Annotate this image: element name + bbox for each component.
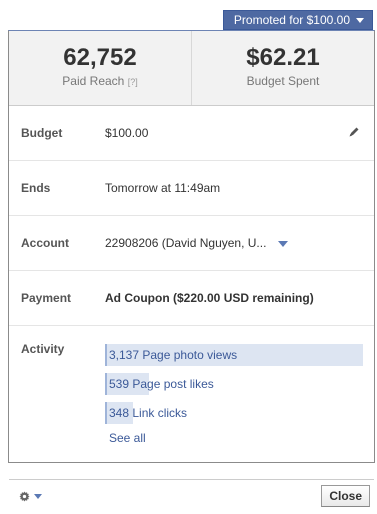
activity-text: Page post likes — [132, 377, 214, 391]
paid-reach-help-link[interactable]: [?] — [128, 77, 138, 87]
gear-icon — [19, 491, 30, 502]
settings-menu-button[interactable] — [19, 491, 42, 502]
see-all-link[interactable]: See all — [105, 431, 363, 445]
activity-list: 3,137 Page photo views 539 Page post lik… — [105, 340, 363, 479]
account-row: Account 22908206 (David Nguyen, U... — [9, 216, 374, 271]
activity-text: Page photo views — [142, 348, 238, 362]
account-selector[interactable]: 22908206 (David Nguyen, U... — [105, 236, 288, 250]
payment-row: Payment Ad Coupon ($220.00 USD remaining… — [9, 271, 374, 326]
ends-label: Ends — [21, 181, 51, 195]
account-label: Account — [21, 236, 69, 250]
activity-item-post-likes[interactable]: 539 Page post likes — [105, 373, 363, 395]
activity-item-link-clicks[interactable]: 348 Link clicks — [105, 402, 363, 424]
promoted-for-button[interactable]: Promoted for $100.00 — [222, 10, 373, 30]
panel-footer: Close — [9, 480, 374, 514]
paid-reach-label: Paid Reach — [62, 74, 125, 88]
promoted-post-popup: Promoted for $100.00 62,752 Paid Reach [… — [0, 0, 377, 507]
payment-label: Payment — [21, 291, 72, 305]
account-value: 22908206 (David Nguyen, U... — [105, 236, 267, 250]
paid-reach-stat: 62,752 Paid Reach [?] — [9, 31, 191, 105]
activity-label: Activity — [21, 342, 65, 356]
budget-spent-stat: $62.21 Budget Spent — [191, 31, 374, 105]
activity-item-photo-views[interactable]: 3,137 Page photo views — [105, 344, 363, 366]
close-button[interactable]: Close — [321, 485, 370, 507]
activity-section: Activity 3,137 Page photo views 539 Page… — [9, 326, 374, 480]
pencil-icon[interactable] — [348, 126, 360, 138]
ends-row: Ends Tomorrow at 11:49am — [9, 161, 374, 216]
paid-reach-value: 62,752 — [63, 44, 137, 71]
promotion-panel: 62,752 Paid Reach [?] $62.21 Budget Spen… — [8, 30, 375, 507]
chevron-down-icon[interactable] — [277, 240, 288, 247]
ends-value: Tomorrow at 11:49am — [105, 181, 221, 195]
activity-count: 348 — [109, 406, 130, 420]
payment-value: Ad Coupon ($220.00 USD remaining) — [105, 291, 314, 305]
budget-spent-label: Budget Spent — [246, 74, 320, 88]
promoted-for-label: Promoted for $100.00 — [233, 13, 350, 27]
budget-label: Budget — [21, 126, 63, 140]
activity-count: 3,137 — [109, 348, 140, 362]
budget-spent-value: $62.21 — [246, 44, 320, 71]
activity-text: Link clicks — [132, 406, 188, 420]
paid-reach-label-row: Paid Reach [?] — [9, 74, 191, 88]
budget-value: $100.00 — [105, 126, 149, 140]
budget-row: Budget $100.00 — [9, 106, 374, 161]
chevron-down-icon — [34, 494, 42, 499]
stats-bar: 62,752 Paid Reach [?] $62.21 Budget Spen… — [9, 31, 374, 106]
chevron-down-icon — [356, 17, 364, 23]
activity-count: 539 — [109, 377, 130, 391]
